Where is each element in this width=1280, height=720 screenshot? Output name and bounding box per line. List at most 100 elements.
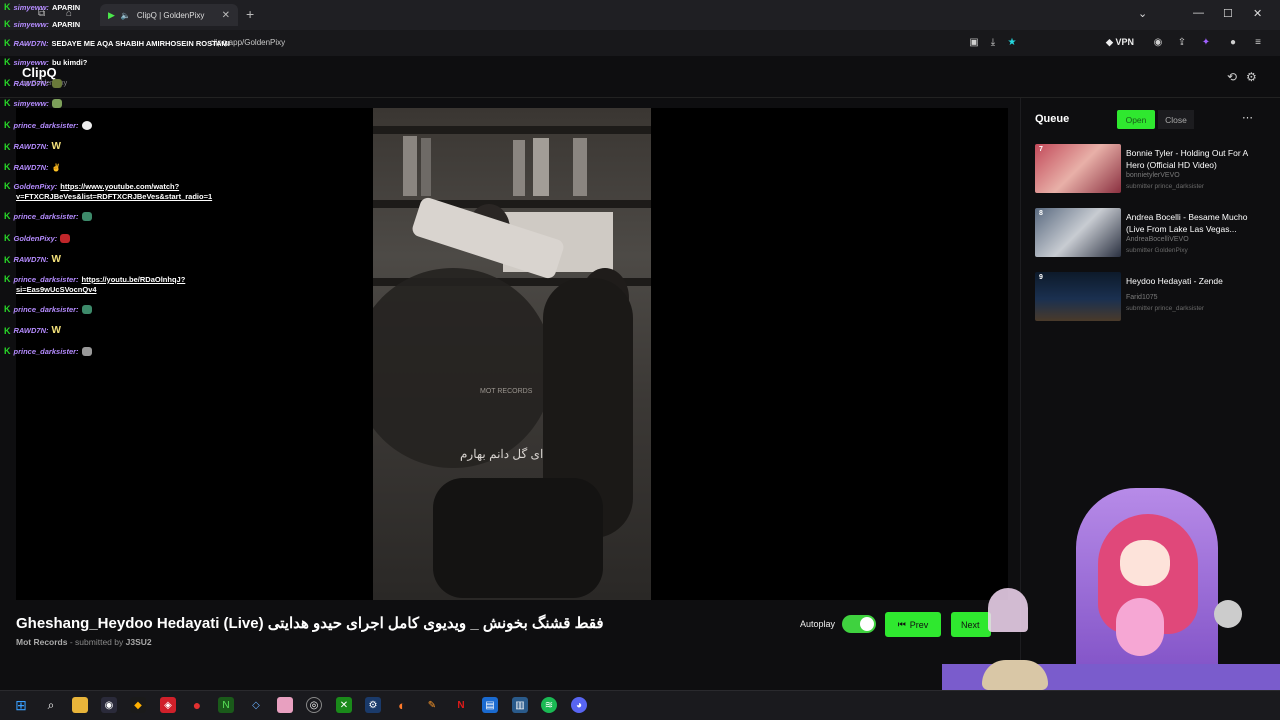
chat-message: Kprince_darksister: https://youtu.be/RDaO… [4,274,185,284]
menu-icon[interactable]: ≡ [1252,37,1264,49]
profile-icon[interactable]: ● [1227,37,1239,49]
chat-text: bu kimdi? [51,57,88,67]
next-label: Next [961,619,980,630]
queue-close-button[interactable]: Close [1158,110,1194,129]
queue-item[interactable]: 9 Heydoo Hedayati - Zende Farid1075 subm… [1035,272,1270,324]
history-icon[interactable]: ⟲ [1227,70,1237,84]
prev-button[interactable]: ⏮ Prev [885,612,941,637]
chat-username: simyeww: [13,2,49,12]
next-button[interactable]: Next [951,612,991,637]
chat-message: Kprince_darksister: [4,304,92,314]
share-icon[interactable]: ⇪ [1176,37,1188,49]
shield-app-icon[interactable]: ◈ [160,697,176,713]
windows-start-icon[interactable]: ⊞ [13,697,29,713]
queue-item-submitter: submitter prince_darksister [1126,305,1205,312]
queue-item-title: Andrea Bocelli - Besame Mucho (Live From… [1126,212,1248,234]
chat-message: K RAWD7N: W [4,254,61,265]
browser-icon[interactable]: ◎ [306,697,322,713]
close-tab-icon[interactable]: ✕ [222,10,230,21]
kick-badge-icon: K [4,120,11,130]
spotify-icon[interactable]: ≋ [541,697,557,713]
skip-previous-icon: ⏮ [897,619,906,629]
chat-message: Ksimyeww: [4,98,62,108]
diamond-app-icon[interactable]: ◇ [248,697,264,713]
vtuber-chibi [1116,598,1164,656]
submitted-by-label: - submitted by [69,637,124,647]
image-app-icon[interactable] [277,697,293,713]
chat-username: RAWD7N: [13,326,49,335]
chat-message: K GoldenPixy: https://www.youtube.com/watc… [4,181,179,191]
queue-item-title: Bonnie Tyler - Holding Out For A Hero (O… [1126,148,1248,170]
vpn-label: VPN [1115,37,1134,47]
queue-item-number: 9 [1039,274,1043,281]
queue-item-channel: AndreaBocelliVEVO [1126,236,1189,243]
obs-icon[interactable]: ◉ [101,697,117,713]
chat-link[interactable]: si=Eas9wUcSVocnQv4 [16,285,97,294]
queue-item[interactable]: 7 Bonnie Tyler - Holding Out For A Hero … [1035,144,1270,196]
chat-link[interactable]: https://www.youtube.com/watch? [60,182,179,191]
queue-thumbnail [1035,208,1121,257]
chat-text: ✌ [51,162,61,172]
twitch-extension-icon[interactable]: ✦ [1200,37,1212,49]
notepad-icon[interactable]: N [218,697,234,713]
store-icon[interactable]: ▤ [482,697,498,713]
tab-clipq[interactable]: ▶ 🔈 ClipQ | GoldenPixy ✕ [100,4,238,26]
queue-item[interactable]: 8 Andrea Bocelli - Besame Mucho (Live Fr… [1035,208,1270,260]
more-options-icon[interactable]: ⋯ [1242,111,1253,124]
chat-link[interactable]: v=FTXCRJBeVes&list=RDFTXCRJBeVes&start_r… [16,192,212,201]
queue-open-button[interactable]: Open [1117,110,1155,129]
chat-message: K RAWD7N: W [4,141,61,152]
bookmark-star-icon[interactable]: ★ [1006,37,1018,49]
minimize-icon[interactable]: — [1193,7,1204,19]
chat-message: Ksimyeww: APARIN [4,2,80,12]
xbox-icon[interactable]: ✕ [336,697,352,713]
kick-badge-icon: K [4,57,11,67]
new-tab-icon[interactable]: + [246,6,254,22]
extension-icon[interactable]: ◉ [1152,37,1164,49]
app-icon[interactable]: ◆ [130,697,146,713]
vpn-button[interactable]: ◆ VPN [1106,37,1134,48]
chat-message: Kprince_darksister: [4,120,92,130]
playing-audio-icon: ▶ [108,9,115,20]
kick-badge-icon: K [4,19,11,29]
chat-message: K RAWD7N: W [4,325,61,336]
video-channel[interactable]: Mot Records [16,637,67,647]
emote-icon [81,120,92,130]
steam-icon[interactable]: ⚙ [365,697,381,713]
vpn-app-icon[interactable]: ▥ [512,697,528,713]
chat-message: K RAWD7N: SEDAYE ME AQA SHABIH AMIRHOSEIN … [4,38,230,48]
close-window-icon[interactable]: ✕ [1253,7,1262,20]
chat-link[interactable]: https://youtu.be/RDaOlnhqJ? [82,275,186,284]
vtuber-face [1120,540,1170,586]
video-subtitle: ای گل دانم بهارم [460,447,544,461]
kick-badge-icon: K [4,2,11,12]
firefox-icon[interactable]: ◐ [394,697,410,713]
queue-item-number: 8 [1039,210,1043,217]
microphone-icon [1214,600,1242,628]
editor-icon[interactable]: ✎ [424,697,440,713]
chat-username: prince_darksister: [13,346,79,356]
discord-icon[interactable]: ◕ [571,697,587,713]
tab-list-chevron-icon[interactable]: ⌄ [1138,7,1147,20]
kick-badge-icon: K [4,141,11,152]
record-icon[interactable]: ● [189,697,205,713]
chat-username: RAWD7N: [13,38,49,48]
video-submitter[interactable]: J3SU2 [126,637,152,647]
queue-item-number: 7 [1039,146,1043,153]
file-explorer-icon[interactable] [72,697,88,713]
queue-item-channel: Farid1075 [1126,294,1158,301]
maximize-icon[interactable]: ☐ [1223,7,1233,20]
search-icon[interactable]: ⌕ [43,697,59,713]
settings-sliders-icon[interactable]: ⚙ [1246,70,1257,84]
screenshot-icon[interactable]: ▣ [968,37,980,49]
kick-badge-icon: K [4,233,11,243]
autoplay-toggle[interactable] [842,615,876,633]
chat-username: prince_darksister: [13,304,79,314]
download-icon[interactable]: ⤓ [987,37,999,49]
prev-label: Prev [909,619,929,630]
chat-username: simyeww: [13,98,49,108]
chat-username: GoldenPixy: [13,181,58,191]
netflix-icon[interactable]: N [453,697,469,713]
kick-badge-icon: K [4,38,11,48]
app-header [0,56,1280,98]
